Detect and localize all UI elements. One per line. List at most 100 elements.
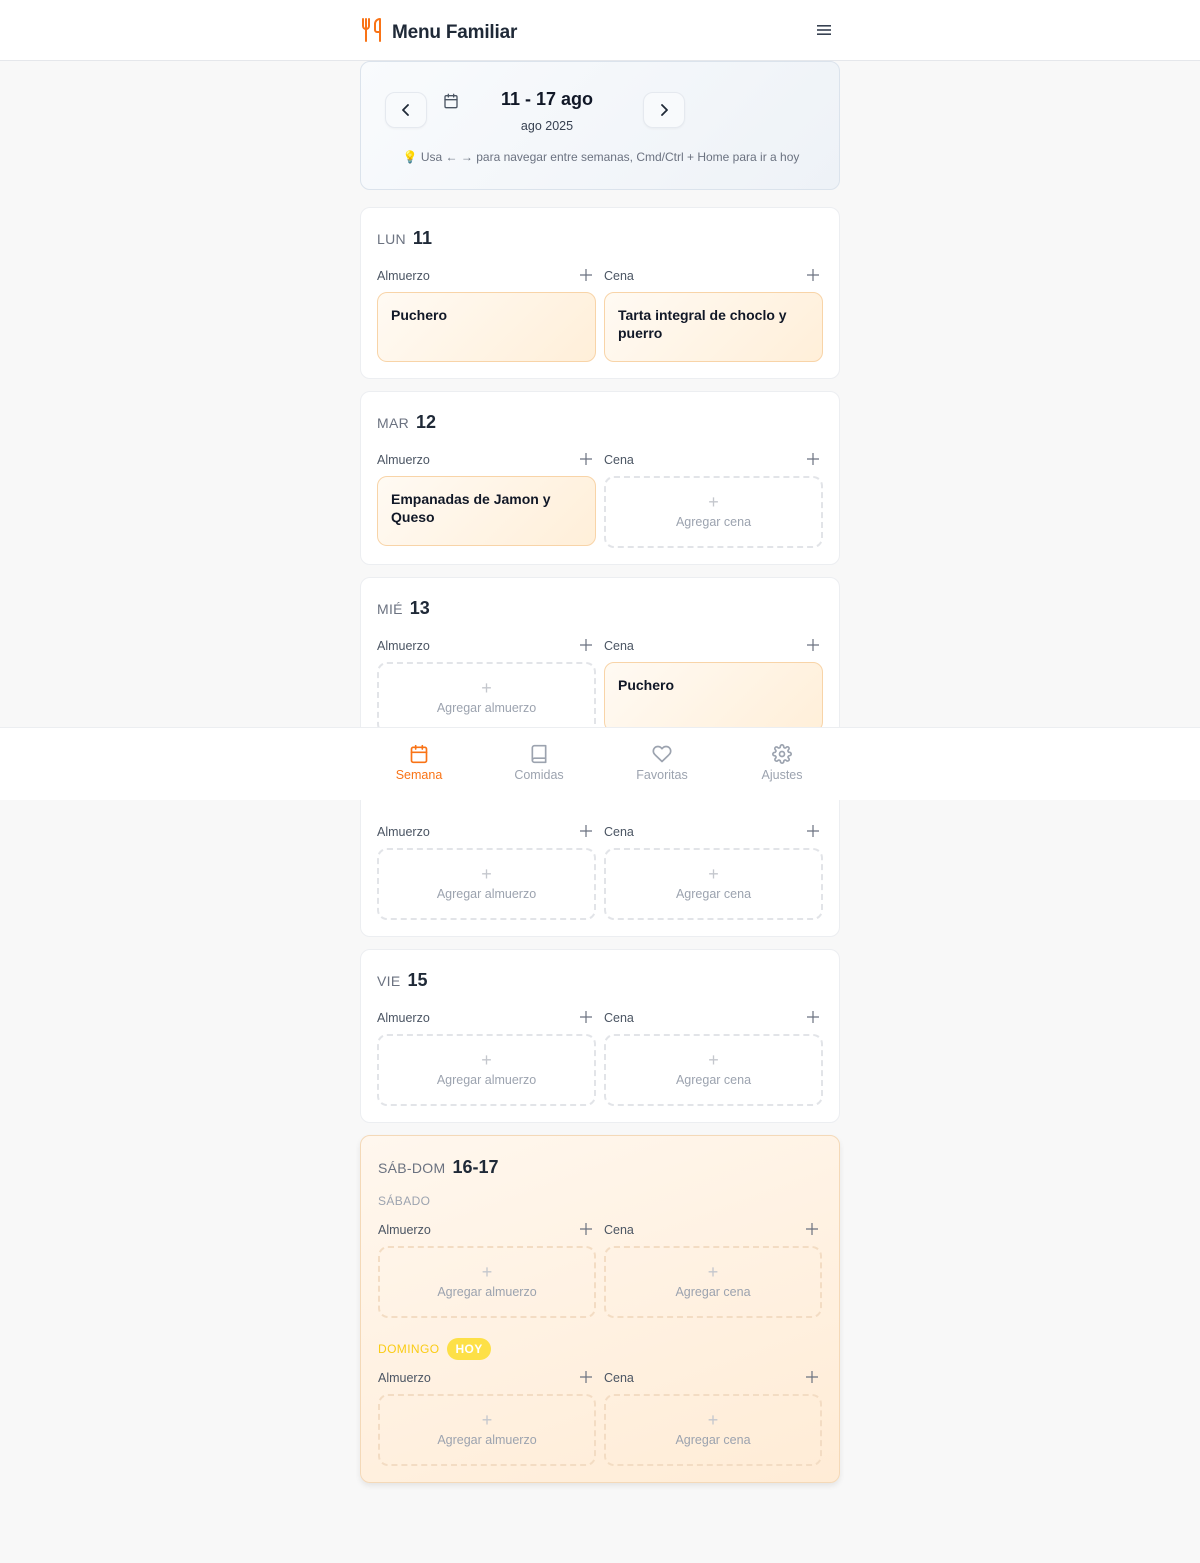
tab-label: Ajustes [761, 768, 803, 782]
add-lunch-button[interactable] [578, 1369, 594, 1385]
add-lunch-label: Agregar almuerzo [436, 1073, 537, 1087]
plus-icon [807, 269, 819, 281]
add-lunch-button[interactable] [578, 1221, 594, 1237]
calendar-icon [410, 744, 428, 764]
add-dinner-button[interactable] [804, 1369, 820, 1385]
today-badge: HOY [447, 1338, 491, 1360]
heart-icon [652, 745, 672, 763]
book-icon [531, 744, 547, 764]
dinner-slot: Cena Tarta integral de choclo y puerro [604, 267, 823, 362]
plus-icon: + [481, 1410, 493, 1430]
add-lunch-button[interactable] [578, 1009, 594, 1025]
bottom-navigation: Semana Comidas Favoritas Ajustes [0, 727, 1200, 800]
dinner-label: Cena [604, 1371, 634, 1385]
lunch-slot: Almuerzo + Agregar almuerzo [377, 823, 596, 920]
meal-card[interactable]: Tarta integral de choclo y puerro [604, 292, 823, 362]
calendar-icon [443, 93, 459, 114]
dinner-label: Cena [604, 1223, 634, 1237]
dinner-label: Cena [604, 453, 634, 467]
add-dinner-button[interactable] [805, 451, 821, 467]
plus-icon: + [707, 1262, 719, 1282]
plus-icon [580, 1011, 592, 1023]
tab-ajustes[interactable]: Ajustes [742, 744, 822, 782]
add-lunch-placeholder[interactable]: + Agregar almuerzo [377, 662, 596, 734]
day-header: MAR 12 [377, 412, 436, 433]
day-number: 12 [416, 412, 437, 432]
add-lunch-placeholder[interactable]: + Agregar almuerzo [378, 1246, 596, 1318]
lunch-label: Almuerzo [377, 269, 430, 283]
add-dinner-button[interactable] [805, 823, 821, 839]
add-dinner-button[interactable] [805, 1009, 821, 1025]
add-lunch-button[interactable] [578, 823, 594, 839]
plus-icon: + [481, 678, 492, 698]
day-number: 13 [409, 598, 430, 618]
add-dinner-placeholder[interactable]: + Agregar cena [604, 1246, 822, 1318]
add-dinner-placeholder[interactable]: + Agregar cena [604, 848, 823, 920]
add-dinner-label: Agregar cena [675, 887, 752, 901]
add-lunch-label: Agregar almuerzo [437, 1285, 537, 1299]
plus-icon: + [708, 864, 719, 884]
hamburger-menu-button[interactable] [814, 20, 834, 40]
dinner-label: Cena [604, 825, 634, 839]
plus-icon: + [481, 1262, 493, 1282]
add-lunch-button[interactable] [578, 451, 594, 467]
lunch-label: Almuerzo [377, 825, 430, 839]
tab-semana[interactable]: Semana [379, 744, 459, 782]
lunch-label: Almuerzo [377, 453, 430, 467]
week-month-year: ago 2025 [520, 119, 574, 133]
add-lunch-placeholder[interactable]: + Agregar almuerzo [377, 848, 596, 920]
tab-label: Favoritas [636, 768, 688, 782]
keyboard-hint: 💡 Usa ← → para navegar entre semanas, Cm… [402, 150, 800, 164]
add-dinner-button[interactable] [804, 1221, 820, 1237]
meal-name: Puchero [618, 677, 675, 693]
add-lunch-label: Agregar almuerzo [436, 701, 537, 715]
add-lunch-button[interactable] [578, 267, 594, 283]
day-card: VIE 15 Almuerzo + Agregar almuerzo Cena + Agreg… [360, 949, 840, 1123]
day-card: LUN 11 Almuerzo Puchero Cena Tarta integral d… [360, 207, 840, 379]
sunday-label: DOMINGO [378, 1342, 440, 1356]
saturday-lunch-slot: Almuerzo + Agregar almuerzo [378, 1221, 596, 1318]
sunday-lunch-slot: Almuerzo + Agregar almuerzo [378, 1369, 596, 1466]
plus-icon [807, 453, 819, 465]
add-lunch-placeholder[interactable]: + Agregar almuerzo [378, 1394, 596, 1466]
brand: Menu Familiar [361, 17, 517, 48]
lunch-slot: Almuerzo Puchero [377, 267, 596, 362]
meal-card[interactable]: Puchero [604, 662, 823, 732]
add-dinner-button[interactable] [805, 637, 821, 653]
add-dinner-placeholder[interactable]: + Agregar cena [604, 476, 823, 548]
add-lunch-button[interactable] [578, 637, 594, 653]
saturday-dinner-slot: Cena + Agregar cena [604, 1221, 822, 1318]
add-lunch-label: Agregar almuerzo [436, 887, 537, 901]
tab-label: Semana [395, 768, 443, 782]
add-dinner-placeholder[interactable]: + Agregar cena [604, 1034, 823, 1106]
plus-icon: + [708, 492, 719, 512]
dinner-label: Cena [604, 269, 634, 283]
tab-favoritas[interactable]: Favoritas [622, 744, 702, 782]
add-dinner-button[interactable] [805, 267, 821, 283]
plus-icon [580, 825, 592, 837]
tab-comidas[interactable]: Comidas [499, 744, 579, 782]
utensils-icon [361, 17, 383, 48]
lunch-slot: Almuerzo + Agregar almuerzo [377, 1009, 596, 1106]
day-abbr: LUN [377, 231, 406, 247]
chevron-right-icon [661, 104, 668, 116]
app-title: Menu Familiar [392, 21, 518, 43]
meal-name: Tarta integral de choclo y puerro [618, 307, 787, 341]
lunch-label: Almuerzo [377, 1011, 430, 1025]
add-lunch-placeholder[interactable]: + Agregar almuerzo [377, 1034, 596, 1106]
week-range-title: 11 - 17 ago [500, 89, 594, 109]
add-dinner-label: Agregar cena [675, 515, 752, 529]
plus-icon [807, 1011, 819, 1023]
next-week-button[interactable] [643, 92, 685, 128]
add-dinner-placeholder[interactable]: + Agregar cena [604, 1394, 822, 1466]
meal-card[interactable]: Puchero [377, 292, 596, 362]
lunch-label: Almuerzo [378, 1223, 431, 1237]
day-abbr: MIÉ [377, 601, 403, 617]
day-abbr: VIE [377, 973, 401, 989]
meal-card[interactable]: Empanadas de Jamon y Queso [377, 476, 596, 546]
previous-week-button[interactable] [385, 92, 427, 128]
weekend-header: SÁB-DOM 16-17 [378, 1157, 499, 1178]
hamburger-icon [817, 25, 831, 35]
day-header: VIE 15 [377, 970, 428, 991]
week-navigator: 11 - 17 ago ago 2025 💡 Usa ← → para nave… [360, 61, 840, 190]
